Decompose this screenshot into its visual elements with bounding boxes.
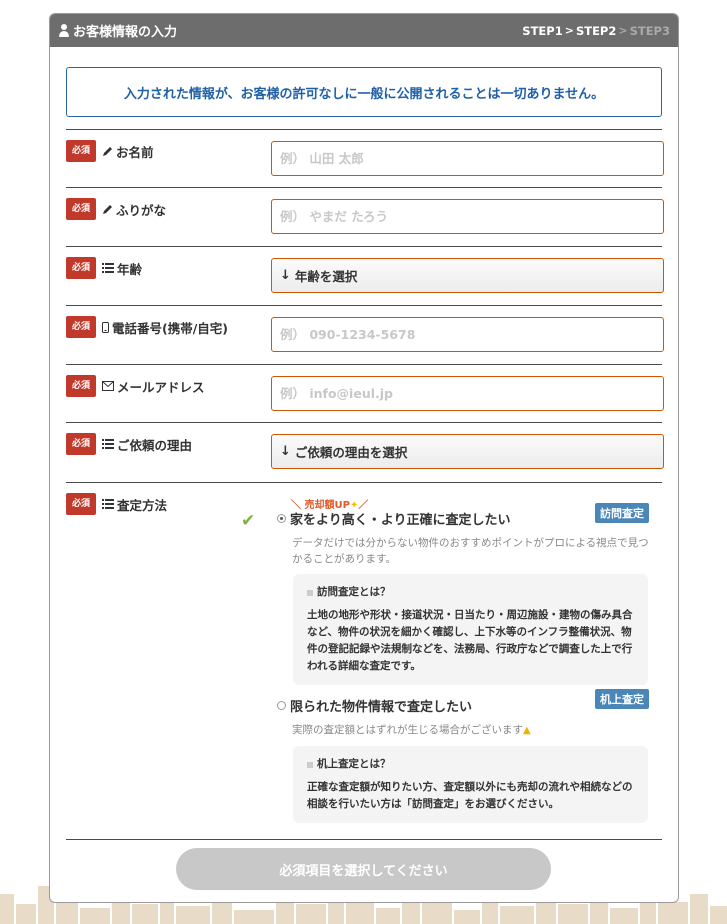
age-select-value: 年齢を選択 <box>294 269 358 284</box>
reason-select-value: ご依頼の理由を選択 <box>294 445 408 460</box>
required-badge: 必須 <box>66 316 96 338</box>
visit-appraisal-option[interactable]: 家をより高く・より正確に査定したい <box>277 509 510 528</box>
desk-appraisal-desc-text: 実際の査定額とはずれが生じる場合がございます <box>292 724 523 736</box>
name-label-text: お名前 <box>116 144 154 160</box>
step-indicator: STEP1 > STEP2 > STEP3 <box>522 24 670 38</box>
chevron-right-icon: > <box>618 24 628 37</box>
submit-button[interactable]: 必須項目を選択してください <box>176 848 551 890</box>
radio-unselected-icon[interactable] <box>277 701 286 710</box>
phone-label-text: 電話番号(携帯/自宅) <box>112 320 228 336</box>
card-title: お客様情報の入力 <box>58 21 177 40</box>
required-badge: 必須 <box>66 493 96 515</box>
email-label-text: メールアドレス <box>117 379 205 395</box>
pencil-icon <box>103 204 112 214</box>
radio-selected-icon[interactable] <box>277 514 286 523</box>
required-badge: 必須 <box>66 433 96 455</box>
furigana-label: 必須 ふりがな <box>66 198 166 220</box>
visit-appraisal-info-title: 訪問査定とは？ <box>317 586 391 598</box>
visit-appraisal-desc: データだけでは分からない物件のおすすめポイントがプロによる視点で見つかることがあ… <box>292 537 649 565</box>
required-badge: 必須 <box>66 257 96 279</box>
step-1: STEP1 <box>522 23 563 38</box>
email-input[interactable] <box>271 376 664 411</box>
card-header: お客様情報の入力 STEP1 > STEP2 > STEP3 <box>50 14 678 47</box>
desk-appraisal-info-title: 机上査定とは？ <box>317 758 391 770</box>
visit-appraisal-info: 訪問査定とは？ 土地の地形や形状・接道状況・日当たり・周辺施設・建物の傷み具合な… <box>293 574 648 685</box>
name-row: 必須 お名前 <box>66 129 664 187</box>
privacy-notice: 入力された情報が、お客様の許可なしに一般に公開されることは一切ありません。 <box>66 67 662 117</box>
visit-appraisal-info-body: 土地の地形や形状・接道状況・日当たり・周辺施設・建物の傷み具合など、物件の状況を… <box>307 609 633 672</box>
square-bullet-icon <box>307 761 313 768</box>
desk-appraisal-info-body: 正確な査定額が知りたい方、査定額以外にも売却の流れや相続などの相談を行いたい方は… <box>307 781 633 810</box>
arrow-down-icon: ↓ <box>280 444 291 459</box>
method-row: 必須 査定方法 ✔ ＼ 売却額UP✦／ 家をより高く・より正確に査定したい 訪問… <box>66 482 662 839</box>
warning-icon: ▲ <box>523 725 531 736</box>
chevron-right-icon: > <box>564 24 574 37</box>
customer-info-form-card: お客様情報の入力 STEP1 > STEP2 > STEP3 入力された情報が、… <box>49 13 679 903</box>
step-3: STEP3 <box>629 23 670 38</box>
desk-appraisal-option[interactable]: 限られた物件情報で査定したい <box>277 696 472 715</box>
method-label: 必須 査定方法 <box>66 493 167 515</box>
reason-row: 必須 ご依頼の理由 ↓ ご依頼の理由を選択 <box>66 422 664 482</box>
required-badge: 必須 <box>66 140 96 162</box>
method-label-text: 査定方法 <box>117 497 168 513</box>
email-row: 必須 メールアドレス <box>66 364 664 422</box>
email-label: 必須 メールアドレス <box>66 375 205 397</box>
desk-appraisal-badge: 机上査定 <box>595 689 649 709</box>
card-title-text: お客様情報の入力 <box>73 25 178 40</box>
visit-appraisal-label: 家をより高く・より正確に査定したい <box>290 513 511 528</box>
reason-select[interactable]: ↓ ご依頼の理由を選択 <box>271 434 664 469</box>
pencil-icon <box>103 146 112 156</box>
list-icon <box>102 439 114 449</box>
arrow-down-icon: ↓ <box>280 268 291 283</box>
desk-appraisal-info: 机上査定とは？ 正確な査定額が知りたい方、査定額以外にも売却の流れや相続などの相… <box>293 746 648 823</box>
check-icon: ✔ <box>241 511 256 531</box>
list-icon <box>102 499 114 509</box>
name-label: 必須 お名前 <box>66 140 154 162</box>
submit-row: 必須項目を選択してください <box>66 839 662 902</box>
age-label-text: 年齢 <box>117 261 143 277</box>
furigana-row: 必須 ふりがな <box>66 187 664 246</box>
furigana-label-text: ふりがな <box>116 202 167 218</box>
required-badge: 必須 <box>66 375 96 397</box>
phone-row: 必須 電話番号(携帯/自宅) <box>66 305 664 364</box>
name-input[interactable] <box>271 141 664 176</box>
step-2: STEP2 <box>575 23 617 38</box>
phone-label: 必須 電話番号(携帯/自宅) <box>66 316 228 338</box>
age-label: 必須 年齢 <box>66 257 142 279</box>
phone-input[interactable] <box>271 317 664 352</box>
furigana-input[interactable] <box>271 199 664 234</box>
visit-appraisal-badge: 訪問査定 <box>595 503 649 523</box>
reason-label-text: ご依頼の理由 <box>117 437 193 453</box>
envelope-icon <box>102 381 114 391</box>
desk-appraisal-desc: 実際の査定額とはずれが生じる場合がございます▲ <box>292 722 652 739</box>
age-select[interactable]: ↓ 年齢を選択 <box>271 258 664 293</box>
age-row: 必須 年齢 ↓ 年齢を選択 <box>66 246 664 305</box>
user-icon <box>58 24 70 37</box>
desk-appraisal-label: 限られた物件情報で査定したい <box>290 700 473 715</box>
list-icon <box>102 263 114 273</box>
required-badge: 必須 <box>66 198 96 220</box>
square-bullet-icon <box>307 589 313 596</box>
mobile-icon <box>102 321 109 333</box>
reason-label: 必須 ご依頼の理由 <box>66 433 192 455</box>
